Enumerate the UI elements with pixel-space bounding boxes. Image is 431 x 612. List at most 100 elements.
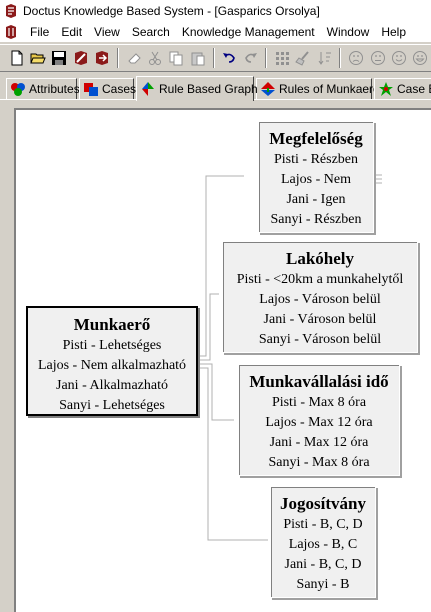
paste-icon (191, 52, 205, 66)
smile-face-button[interactable] (410, 47, 431, 69)
paste-rule-icon (96, 51, 109, 65)
toolbar-separator (212, 48, 215, 68)
save-button[interactable] (49, 47, 70, 69)
paste-rule-button[interactable] (92, 47, 113, 69)
rules-icon (261, 82, 275, 96)
menu-knowledge-management[interactable]: Knowledge Management (177, 25, 322, 39)
case-based-icon (379, 82, 393, 96)
node-row: Sanyi - Max 8 óra (268, 455, 370, 470)
node-row: Sanyi - Városon belül (258, 332, 382, 347)
toolbar-separator (339, 48, 342, 68)
node-row: Jani - Alkalmazható (56, 378, 168, 393)
node-row: Sanyi - B (296, 577, 350, 592)
node-lakohely[interactable]: Lakóhely Pisti - <20km a munkahelytől La… (222, 241, 418, 353)
tab-case-based-label: Case B (397, 82, 431, 96)
node-title: Jogosítvány (280, 494, 366, 513)
sad-face-icon (349, 51, 364, 65)
tab-strip: Attributes Cases Rule Based Graph Rules … (0, 76, 431, 101)
redo-button[interactable] (240, 47, 261, 69)
save-icon (52, 51, 67, 65)
neutral-face-icon (370, 51, 385, 65)
open-icon (30, 53, 46, 64)
node-megfeleloseg[interactable]: Megfelelőség Pisti - Részben Lajos - Nem… (258, 121, 374, 233)
connector-munkavallalasi-ido (200, 363, 234, 421)
sad-face-button[interactable] (345, 47, 366, 69)
rule-graph-icon (142, 82, 154, 96)
node-row: Pisti - B, C, D (283, 517, 363, 532)
node-row: Sanyi - Részben (270, 212, 362, 227)
menu-help[interactable]: Help (376, 25, 413, 39)
eraser-button[interactable] (123, 47, 144, 69)
node-title: Munkaerő (73, 315, 151, 334)
node-row: Lajos - B, C (288, 537, 358, 552)
grid-icon (275, 52, 289, 65)
doctus-app-icon[interactable] (3, 3, 19, 19)
node-row: Jani - Városon belül (263, 312, 377, 327)
node-row: Lajos - Max 12 óra (265, 415, 373, 430)
node-row: Lajos - Nem (281, 172, 351, 187)
tab-rule-based-graph[interactable]: Rule Based Graph (136, 76, 258, 101)
menu-file[interactable]: File (25, 25, 56, 39)
node-jogositvany[interactable]: Jogosítvány Pisti - B, C, D Lajos - B, C… (270, 486, 376, 598)
cut-button[interactable] (144, 47, 165, 69)
menu-edit[interactable]: Edit (56, 25, 89, 39)
node-row: Pisti - Részben (274, 152, 358, 167)
neutral-face-button[interactable] (367, 47, 388, 69)
menu-window[interactable]: Window (322, 25, 377, 39)
window-title: Doctus Knowledge Based System - [Gaspari… (23, 4, 320, 18)
broom-button[interactable] (293, 47, 314, 69)
tab-attributes[interactable]: Attributes (6, 78, 80, 99)
attributes-icon (11, 83, 25, 96)
menu-view[interactable]: View (89, 25, 127, 39)
node-row: Pisti - Max 8 óra (271, 395, 367, 410)
node-title: Lakóhely (285, 249, 355, 268)
sort-icon (318, 52, 331, 65)
node-munkaero[interactable]: Munkaerő Pisti - Lehetséges Lajos - Nem … (26, 306, 198, 416)
tab-cases[interactable]: Cases (79, 78, 137, 99)
node-row: Lajos - Városon belül (259, 292, 381, 307)
sort-button[interactable] (314, 47, 335, 69)
paste-button[interactable] (187, 47, 208, 69)
tab-rules-of-munkaero-label: Rules of Munkaerő (279, 82, 380, 96)
redo-icon (244, 53, 257, 63)
eraser-icon (127, 53, 141, 64)
graph-canvas[interactable]: Munkaerő Pisti - Lehetséges Lajos - Nem … (14, 108, 431, 612)
tab-rules-of-munkaero[interactable]: Rules of Munkaerő (256, 78, 380, 99)
tab-case-based[interactable]: Case B (374, 78, 431, 99)
node-row: Sanyi - Lehetséges (59, 398, 165, 413)
graph-panel: Munkaerő Pisti - Lehetséges Lajos - Nem … (4, 102, 431, 612)
node-row: Jani - B, C, D (284, 557, 362, 572)
node-row: Jani - Max 12 óra (269, 435, 369, 450)
grid-button[interactable] (271, 47, 292, 69)
tab-rule-based-graph-label: Rule Based Graph (159, 82, 258, 96)
node-row: Jani - Igen (286, 192, 346, 207)
toolbar (0, 44, 431, 72)
node-title: Munkavállalási idő (249, 372, 389, 391)
copy-button[interactable] (166, 47, 187, 69)
menu-bar: File Edit View Search Knowledge Manageme… (0, 22, 431, 42)
connector-tick-1 (374, 174, 382, 184)
node-row: Lajos - Nem alkalmazható (37, 358, 187, 373)
open-button[interactable] (27, 47, 48, 69)
undo-icon (223, 53, 236, 63)
node-munkavallalasi-ido[interactable]: Munkavállalási idő Pisti - Max 8 óra Laj… (238, 364, 400, 476)
toolbar-separator (116, 48, 119, 68)
node-title: Megfelelőség (269, 129, 363, 148)
happy-face-button[interactable] (388, 47, 409, 69)
smile-face-icon (413, 51, 428, 65)
scissors-icon (149, 51, 162, 65)
new-button[interactable] (6, 47, 27, 69)
new-icon (11, 50, 23, 66)
tab-cases-label: Cases (102, 82, 137, 96)
title-bar: Doctus Knowledge Based System - [Gaspari… (0, 0, 431, 22)
document-menu-icon[interactable] (3, 24, 19, 40)
node-row: Pisti - <20km a munkahelytől (236, 272, 404, 287)
cut-rule-button[interactable] (70, 47, 91, 69)
broom-icon (295, 51, 310, 66)
connector-lakohely (200, 293, 219, 361)
tab-attributes-label: Attributes (29, 82, 80, 96)
happy-face-icon (391, 51, 406, 65)
copy-icon (169, 51, 183, 66)
menu-search[interactable]: Search (127, 25, 177, 39)
undo-button[interactable] (219, 47, 240, 69)
